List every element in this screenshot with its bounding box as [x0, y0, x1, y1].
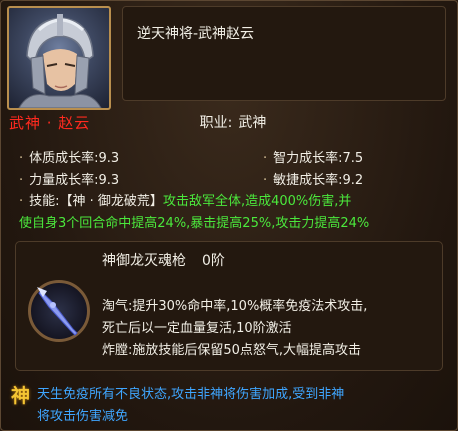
- skill-label: 技能:: [29, 194, 60, 209]
- divine-icon: 神: [11, 385, 31, 407]
- title-box: 逆天神将-武神赵云: [122, 6, 446, 101]
- skill-name: 【神 · 御龙破荒】: [59, 194, 163, 209]
- skill-desc-line2: 使自身3个回合命中提高24%,暴击提高25%,攻击力提高24%: [19, 216, 370, 231]
- stat-agility: · 敏捷成长率:9.2: [263, 173, 364, 188]
- stat-value: 9.3: [98, 173, 120, 188]
- weapon-title: 神御龙灭魂枪 0阶: [102, 250, 225, 270]
- weapon-box: 神御龙灭魂枪 0阶 淘气:提升30%命中率,10%概率免疫法术攻击, 死亡后以一定…: [15, 241, 443, 371]
- stat-label: 体质成长率:: [29, 151, 99, 166]
- job-label: 职业:: [199, 115, 233, 131]
- hero-info-panel: 武神 · 赵云 逆天神将-武神赵云 职业: 武神 · 体质成长率:9.3 · 智力成长…: [0, 0, 458, 431]
- weapon-effect-line: 炸膛:施放技能后保留50点怒气,大幅提高攻击: [102, 343, 362, 358]
- hero-portrait: [7, 6, 111, 110]
- skill-desc-line1: 攻击敌军全体,造成400%伤害,并: [162, 194, 352, 209]
- stat-strength: · 力量成长率:9.3: [19, 173, 120, 188]
- helmeted-warrior-portrait-icon: [18, 14, 102, 108]
- skill-description: · 技能:【神 · 御龙破荒】攻击敌军全体,造成400%伤害,并 使自身3个回合命…: [19, 194, 370, 231]
- weapon-effect-line: 死亡后以一定血量复活,10阶激活: [102, 321, 292, 336]
- stat-label: 力量成长率:: [29, 173, 99, 188]
- divine-bonus-line: 天生免疫所有不良状态,攻击非神将伤害加成,受到非神: [37, 387, 345, 402]
- stat-value: 9.2: [342, 173, 364, 188]
- stat-constitution: · 体质成长率:9.3: [19, 151, 120, 166]
- weapon-effects: 淘气:提升30%命中率,10%概率免疫法术攻击, 死亡后以一定血量复活,10阶激…: [102, 296, 437, 362]
- weapon-name: 神御龙灭魂枪: [102, 253, 186, 269]
- stat-intelligence: · 智力成长率:7.5: [263, 151, 364, 166]
- stat-value: 7.5: [342, 151, 364, 166]
- spear-icon[interactable]: [28, 280, 90, 342]
- weapon-effect-line: 淘气:提升30%命中率,10%概率免疫法术攻击,: [102, 299, 368, 314]
- weapon-level: 0阶: [202, 253, 225, 269]
- stat-value: 9.3: [98, 151, 120, 166]
- hero-title: 逆天神将-武神赵云: [137, 26, 255, 42]
- job-value: 武神: [238, 115, 267, 131]
- stat-label: 敏捷成长率:: [273, 173, 343, 188]
- stat-label: 智力成长率:: [273, 151, 343, 166]
- job-row: 职业: 武神: [1, 112, 458, 132]
- divine-bonus-text: 天生免疫所有不良状态,攻击非神将伤害加成,受到非神 将攻击伤害减免: [37, 384, 447, 428]
- divine-bonus-line: 将攻击伤害减免: [37, 409, 129, 424]
